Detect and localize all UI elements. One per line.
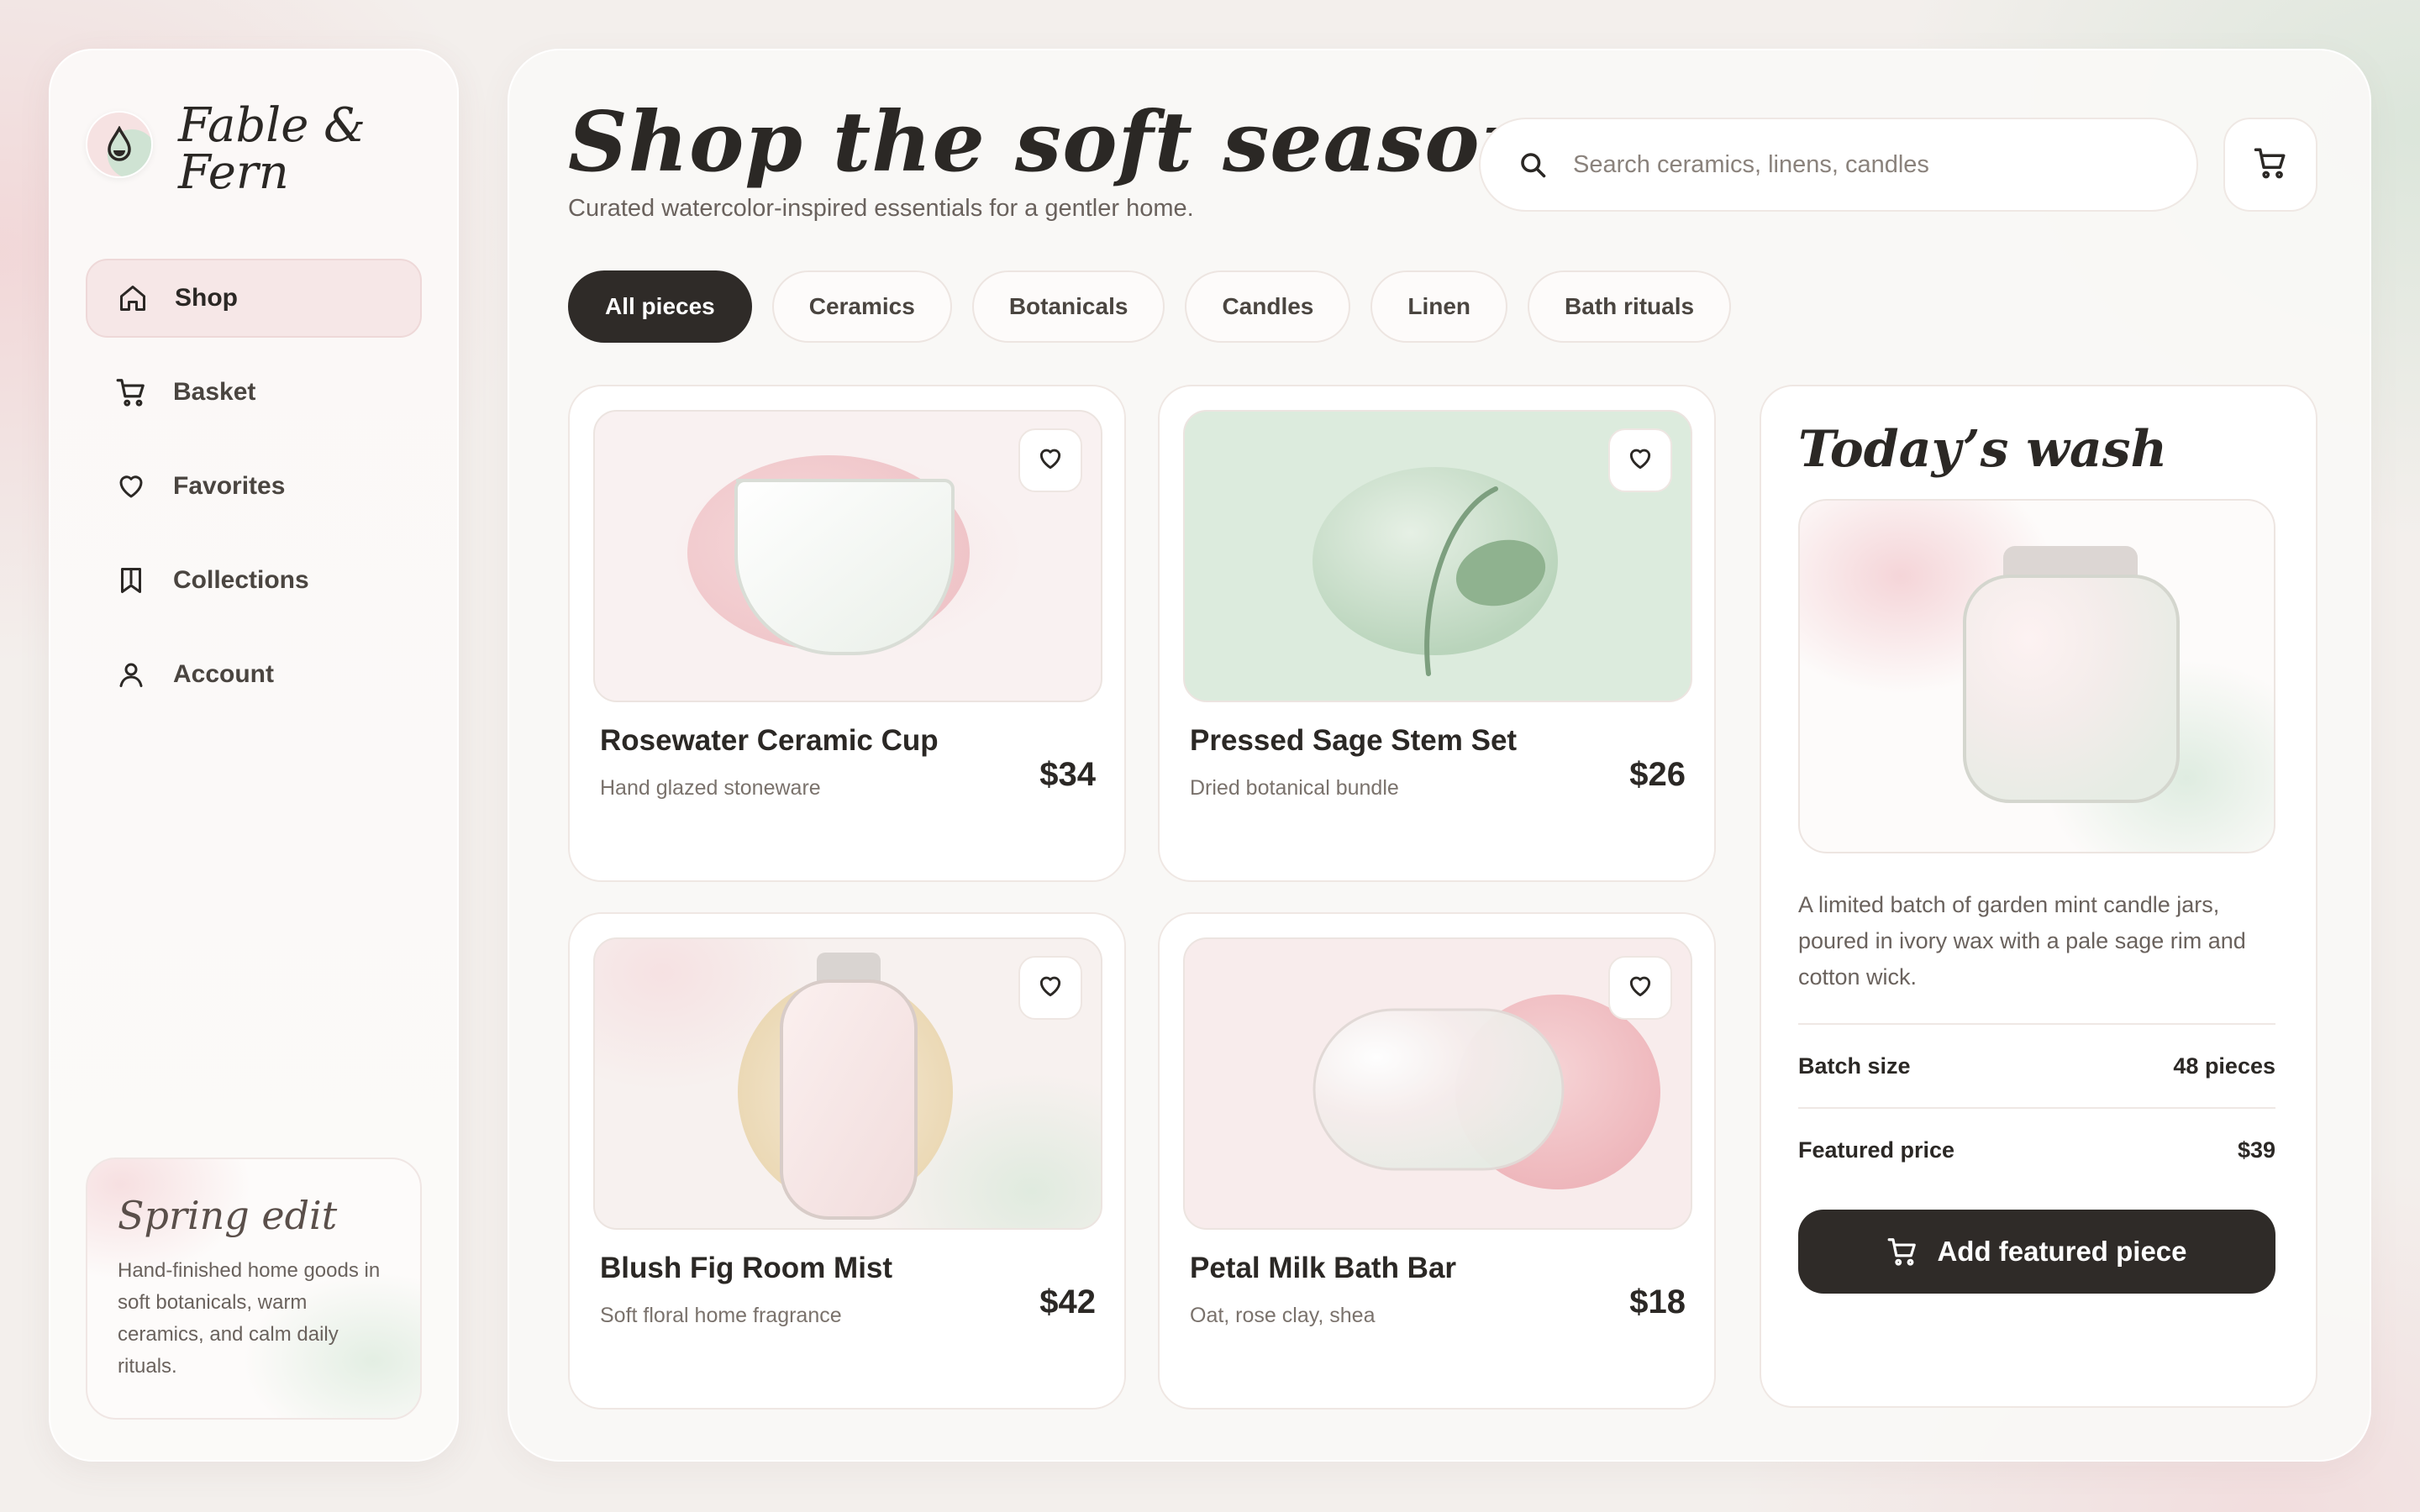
sidebar-item-label: Favorites bbox=[173, 472, 286, 500]
product-description: Hand glazed stoneware bbox=[600, 776, 821, 800]
featured-price-value: $39 bbox=[2237, 1137, 2275, 1163]
sidebar-item-favorites[interactable]: Favorites bbox=[86, 447, 422, 526]
heart-icon bbox=[1037, 445, 1064, 476]
product-price: $42 bbox=[1039, 1284, 1096, 1320]
promo-text: Hand-finished home goods in soft botanic… bbox=[118, 1259, 381, 1378]
filter-chip-ceramics[interactable]: Ceramics bbox=[771, 270, 952, 343]
page-title: Shop the soft season bbox=[568, 94, 1541, 191]
brand[interactable]: Fable & Fern bbox=[86, 102, 430, 197]
product-card[interactable]: Blush Fig Room Mist Soft floral home fra… bbox=[568, 912, 1126, 1410]
filter-chip-linen[interactable]: Linen bbox=[1370, 270, 1508, 343]
sidebar-item-label: Account bbox=[173, 660, 274, 688]
main-panel: Shop the soft season Curated watercolor-… bbox=[508, 49, 2371, 1462]
cart-icon bbox=[2253, 145, 2288, 185]
product-card[interactable]: Pressed Sage Stem Set Dried botanical bu… bbox=[1158, 385, 1716, 882]
droplet-icon bbox=[86, 111, 153, 178]
heart-icon bbox=[1627, 445, 1654, 476]
batch-size-label: Batch size bbox=[1798, 1053, 1911, 1079]
sidebar-item-label: Basket bbox=[173, 378, 256, 406]
filter-chip-bath-rituals[interactable]: Bath rituals bbox=[1528, 270, 1732, 343]
cart-icon bbox=[1886, 1236, 1918, 1268]
heart-icon bbox=[114, 470, 148, 503]
search-icon bbox=[1516, 148, 1549, 181]
filter-chips: All pieces Ceramics Botanicals Candles L… bbox=[568, 270, 1751, 343]
featured-price-row: Featured price $39 bbox=[1798, 1107, 2275, 1191]
product-name: Rosewater Ceramic Cup bbox=[600, 724, 939, 757]
search-bar[interactable] bbox=[1479, 118, 2198, 212]
product-description: Oat, rose clay, shea bbox=[1190, 1304, 1376, 1327]
home-icon bbox=[116, 281, 150, 315]
batch-size-row: Batch size 48 pieces bbox=[1798, 1023, 2275, 1107]
product-name: Pressed Sage Stem Set bbox=[1190, 724, 1518, 757]
batch-size-value: 48 pieces bbox=[2173, 1053, 2275, 1079]
sidebar: Fable & Fern Shop Basket Favorites Colle… bbox=[49, 49, 459, 1462]
product-price: $26 bbox=[1629, 756, 1686, 793]
featured-image bbox=[1798, 499, 2275, 853]
filter-chip-candles[interactable]: Candles bbox=[1185, 270, 1351, 343]
heart-icon bbox=[1627, 973, 1654, 1004]
product-name: Petal Milk Bath Bar bbox=[1190, 1252, 1457, 1284]
featured-description: A limited batch of garden mint candle ja… bbox=[1798, 892, 2246, 990]
sidebar-item-shop[interactable]: Shop bbox=[86, 259, 422, 338]
favorite-button[interactable] bbox=[1608, 428, 1672, 492]
filter-chip-all-pieces[interactable]: All pieces bbox=[568, 270, 752, 343]
sidebar-item-basket[interactable]: Basket bbox=[86, 353, 422, 432]
favorite-button[interactable] bbox=[1018, 956, 1082, 1020]
cart-icon bbox=[114, 375, 148, 409]
page-subtitle: Curated watercolor-inspired essentials f… bbox=[568, 195, 1194, 222]
add-featured-button[interactable]: Add featured piece bbox=[1798, 1210, 2275, 1294]
sidebar-item-collections[interactable]: Collections bbox=[86, 541, 422, 620]
add-featured-label: Add featured piece bbox=[1937, 1236, 2187, 1267]
product-description: Dried botanical bundle bbox=[1190, 776, 1399, 800]
product-card[interactable]: Rosewater Ceramic Cup Hand glazed stonew… bbox=[568, 385, 1126, 882]
product-name: Blush Fig Room Mist bbox=[600, 1252, 893, 1284]
product-image bbox=[1183, 410, 1692, 702]
favorite-button[interactable] bbox=[1608, 956, 1672, 1020]
promo-title: Spring edit bbox=[118, 1193, 338, 1238]
bookmark-icon bbox=[114, 564, 148, 597]
product-card[interactable]: Petal Milk Bath Bar Oat, rose clay, shea… bbox=[1158, 912, 1716, 1410]
sidebar-item-label: Collections bbox=[173, 566, 309, 594]
favorite-button[interactable] bbox=[1018, 428, 1082, 492]
sidebar-item-account[interactable]: Account bbox=[86, 635, 422, 714]
product-price: $34 bbox=[1039, 756, 1096, 793]
sidebar-item-label: Shop bbox=[175, 284, 238, 312]
product-image bbox=[593, 937, 1102, 1230]
brand-name: Fable & Fern bbox=[178, 98, 366, 200]
user-icon bbox=[114, 658, 148, 691]
product-image bbox=[593, 410, 1102, 702]
search-input[interactable] bbox=[1573, 150, 2178, 179]
product-image bbox=[1183, 937, 1692, 1230]
promo-card[interactable]: Spring edit Hand-finished home goods in … bbox=[86, 1158, 422, 1420]
product-price: $18 bbox=[1629, 1284, 1686, 1320]
sidebar-nav: Shop Basket Favorites Collections Accoun… bbox=[86, 259, 422, 729]
featured-panel: Today’s wash A limited batch of garden m… bbox=[1760, 385, 2317, 1408]
heart-icon bbox=[1037, 973, 1064, 1004]
featured-title: Today’s wash bbox=[1798, 420, 2168, 479]
filter-chip-botanicals[interactable]: Botanicals bbox=[971, 270, 1165, 343]
featured-price-label: Featured price bbox=[1798, 1137, 1955, 1163]
cart-button[interactable] bbox=[2223, 118, 2317, 212]
product-description: Soft floral home fragrance bbox=[600, 1304, 842, 1327]
